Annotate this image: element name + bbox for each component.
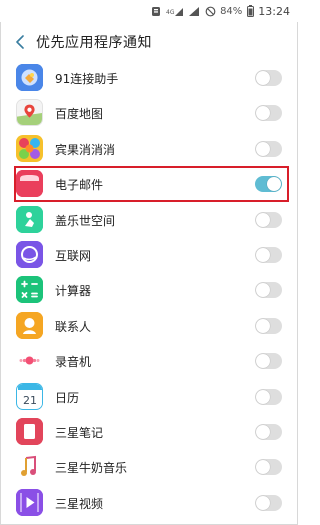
voice-recorder-icon bbox=[16, 347, 43, 375]
notification-toggle[interactable] bbox=[255, 317, 282, 334]
calendar-icon: 21 bbox=[16, 382, 43, 410]
list-item-label: 宾果消消消 bbox=[55, 142, 116, 157]
list-item-samsung-video[interactable]: 三星视频 bbox=[0, 485, 298, 520]
battery-percent: 84% bbox=[220, 5, 243, 17]
list-item-label: 联系人 bbox=[55, 319, 92, 334]
app-bar: 优先应用程序通知 bbox=[0, 22, 298, 62]
notification-toggle[interactable] bbox=[255, 246, 282, 263]
list-item-internet[interactable]: 互联网 bbox=[0, 237, 298, 272]
list-item-bingo-game[interactable]: 宾果消消消 bbox=[0, 131, 298, 166]
notification-toggle[interactable] bbox=[255, 494, 282, 511]
list-item-label: 三星牛奶音乐 bbox=[55, 461, 128, 476]
list-item-label: 计算器 bbox=[55, 284, 92, 299]
notification-toggle[interactable] bbox=[255, 211, 282, 228]
network-label: 4G bbox=[166, 9, 175, 16]
status-icons: 4G 84% 13:24 bbox=[150, 4, 290, 18]
list-item-label: 日历 bbox=[55, 390, 80, 405]
galaxy-space-icon bbox=[16, 205, 43, 233]
signal-icon bbox=[188, 5, 200, 17]
list-item-label: 百度地图 bbox=[55, 107, 104, 122]
list-item-calculator[interactable]: 计算器 bbox=[0, 272, 298, 307]
notification-toggle[interactable] bbox=[255, 105, 282, 122]
list-item-label: 录音机 bbox=[55, 355, 92, 370]
list-item-91-assistant[interactable]: 91连接助手 bbox=[0, 60, 298, 95]
toggle-knob bbox=[256, 141, 270, 156]
list-item-samsung-notes[interactable]: 三星笔记 bbox=[0, 414, 298, 449]
notification-toggle[interactable] bbox=[255, 282, 282, 299]
list-item-email[interactable]: 电子邮件 bbox=[0, 166, 298, 201]
back-button[interactable] bbox=[10, 32, 30, 52]
list-item-contacts[interactable]: 联系人 bbox=[0, 308, 298, 343]
internet-icon bbox=[16, 240, 43, 268]
notification-toggle[interactable] bbox=[255, 140, 282, 157]
toggle-knob bbox=[256, 460, 270, 475]
list-item-galaxy-space[interactable]: 盖乐世空间 bbox=[0, 202, 298, 237]
samsung-notes-icon bbox=[16, 417, 43, 445]
toggle-knob bbox=[256, 354, 270, 369]
toggle-knob bbox=[256, 106, 270, 121]
list-item-label: 91连接助手 bbox=[55, 72, 119, 86]
list-item-label: 盖乐世空间 bbox=[55, 213, 116, 228]
notification-toggle[interactable] bbox=[255, 423, 282, 440]
toggle-knob bbox=[256, 71, 270, 85]
toggle-knob bbox=[267, 177, 281, 192]
toggle-knob bbox=[256, 389, 270, 404]
toggle-knob bbox=[256, 495, 270, 510]
toggle-knob bbox=[256, 283, 270, 298]
notification-icon bbox=[150, 5, 162, 17]
clock: 13:24 bbox=[258, 4, 290, 18]
chevron-left-icon bbox=[16, 35, 24, 49]
list-item-baidu-map[interactable]: 百度地图 bbox=[0, 95, 298, 130]
list-item-label: 互联网 bbox=[55, 248, 92, 263]
toggle-knob bbox=[256, 424, 270, 439]
list-item-calendar[interactable]: 21 日历 bbox=[0, 379, 298, 414]
app-list: 91连接助手 百度地图 宾果消消消 电子邮件 盖乐世空间 互联网 计算器 联系人… bbox=[0, 60, 298, 520]
network-4g-icon: 4G bbox=[166, 5, 184, 17]
notification-toggle[interactable] bbox=[255, 459, 282, 476]
baidu-map-icon bbox=[16, 99, 43, 127]
list-item-label: 三星笔记 bbox=[55, 425, 104, 440]
toggle-knob bbox=[256, 247, 270, 262]
91-assistant-icon bbox=[16, 64, 43, 91]
notification-toggle[interactable] bbox=[255, 388, 282, 405]
page-title: 优先应用程序通知 bbox=[36, 35, 152, 51]
milk-music-icon bbox=[16, 453, 43, 481]
toggle-knob bbox=[256, 212, 270, 227]
list-item-milk-music[interactable]: 三星牛奶音乐 bbox=[0, 449, 298, 484]
calculator-icon bbox=[16, 276, 43, 304]
svg-text:21: 21 bbox=[23, 394, 37, 407]
status-bar: 4G 84% 13:24 bbox=[0, 0, 298, 22]
bingo-game-icon bbox=[16, 134, 43, 162]
notification-toggle[interactable] bbox=[255, 353, 282, 370]
do-not-disturb-icon bbox=[204, 5, 216, 17]
contacts-icon bbox=[16, 311, 43, 339]
samsung-video-icon bbox=[16, 488, 43, 516]
battery-icon bbox=[246, 5, 254, 17]
toggle-knob bbox=[256, 318, 270, 333]
email-icon bbox=[16, 170, 43, 198]
notification-toggle[interactable] bbox=[255, 70, 282, 86]
list-item-label: 三星视频 bbox=[55, 496, 104, 511]
list-item-label: 电子邮件 bbox=[55, 178, 104, 193]
notification-toggle[interactable] bbox=[255, 176, 282, 193]
list-item-voice-recorder[interactable]: 录音机 bbox=[0, 343, 298, 378]
